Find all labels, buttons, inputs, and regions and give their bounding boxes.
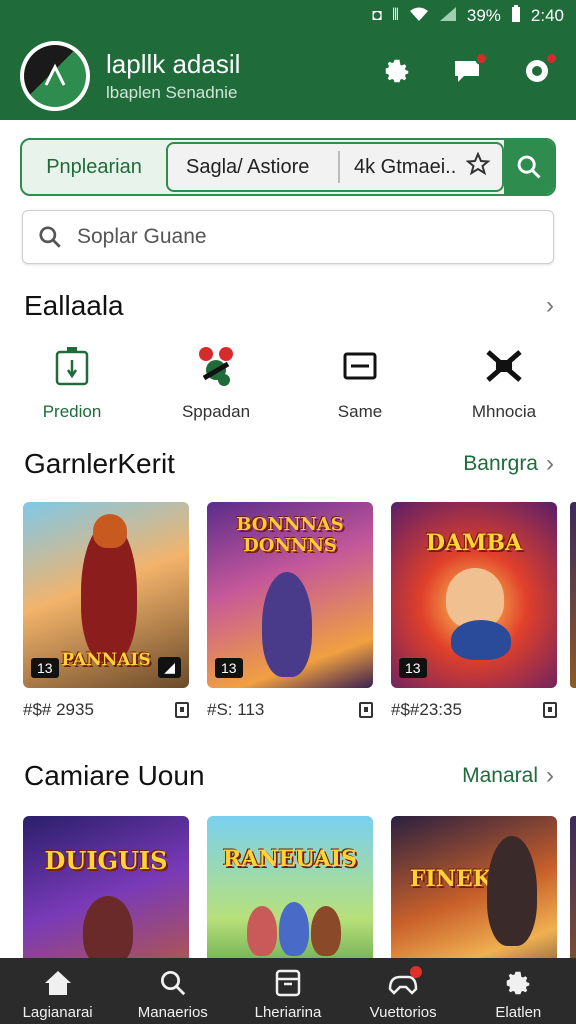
see-all-label: Manaral bbox=[462, 764, 538, 787]
chevron-right-icon: › bbox=[546, 762, 554, 789]
section-header-categories: Eallaala › bbox=[24, 290, 554, 322]
chevron-right-icon: › bbox=[546, 450, 554, 477]
filter-search-button[interactable] bbox=[504, 140, 554, 194]
game-art-title: BONNNAS DONNNS bbox=[236, 514, 344, 556]
app-logo bbox=[20, 41, 90, 111]
nav-label: Manaerios bbox=[137, 1004, 208, 1021]
tokens-icon bbox=[151, 344, 281, 388]
save-icon[interactable] bbox=[359, 702, 373, 718]
library-icon bbox=[233, 968, 343, 998]
category-label: Mhnocia bbox=[471, 402, 537, 421]
gear-icon bbox=[463, 968, 573, 998]
nav-item-home[interactable]: Lagianarai bbox=[3, 968, 113, 1021]
search-input[interactable] bbox=[77, 225, 497, 249]
messages-icon[interactable] bbox=[450, 52, 488, 88]
clock: 2:40 bbox=[530, 6, 564, 25]
section-title: GarnlerKerit bbox=[24, 448, 175, 479]
search-icon bbox=[118, 968, 228, 998]
nav-item-search[interactable]: Manaerios bbox=[118, 968, 228, 1021]
nav-item-games[interactable]: Vuettorios bbox=[348, 966, 458, 1021]
game-meta: #$#23:35 bbox=[391, 700, 462, 719]
app-header: lapllk adasil lbaplen Senadnie bbox=[0, 32, 576, 120]
gamepad-icon bbox=[348, 966, 458, 998]
battery-text: 39% bbox=[466, 6, 501, 25]
category-list: Predion Sppadan Same Mhnocia bbox=[0, 344, 576, 422]
filter-segment-b[interactable]: 4k Gtmaei.. bbox=[340, 151, 502, 182]
game-card[interactable]: BONNNAS DONNNS 13 #S: 113 bbox=[207, 502, 373, 720]
search-icon bbox=[517, 155, 541, 179]
filter-segments: Sagla/ Astiore 4k Gtmaei.. bbox=[166, 142, 504, 192]
category-item[interactable]: Predion bbox=[7, 344, 137, 422]
search-box bbox=[22, 210, 554, 264]
category-label: Same bbox=[337, 402, 383, 421]
category-label: Sppadan bbox=[181, 402, 251, 421]
search-icon bbox=[39, 226, 61, 248]
section-title: Eallaala bbox=[24, 290, 124, 321]
nav-label: Lheriarina bbox=[254, 1004, 322, 1021]
nav-item-library[interactable]: Lheriarina bbox=[233, 968, 343, 1021]
filter-segment-b-label: 4k Gtmaei.. bbox=[354, 155, 457, 178]
game-thumbnail: PANNAIS 13 ◢ bbox=[23, 502, 189, 688]
category-item[interactable]: Same bbox=[295, 344, 425, 422]
game-meta: #S: 113 bbox=[207, 700, 265, 719]
battery-icon bbox=[511, 4, 521, 28]
see-all-link[interactable]: Banrgra › bbox=[463, 450, 554, 478]
filter-bar: Pnplearian Sagla/ Astiore 4k Gtmaei.. bbox=[20, 138, 556, 196]
age-badge: 13 bbox=[215, 658, 243, 678]
nav-item-settings[interactable]: Elatlen bbox=[463, 968, 573, 1021]
game-thumbnail: DAMBA 13 bbox=[391, 502, 557, 688]
chevron-right-icon[interactable]: › bbox=[546, 292, 554, 320]
category-item[interactable]: Mhnocia bbox=[439, 344, 569, 422]
record-icon[interactable] bbox=[520, 52, 558, 88]
app-subtitle: lbaplen Senadnie bbox=[106, 83, 238, 102]
filter-label[interactable]: Pnplearian bbox=[22, 156, 166, 179]
game-row: PANNAIS 13 ◢ #$# 2935 BONNNAS DONNNS 13 … bbox=[23, 502, 557, 720]
game-card[interactable]: DAMBA 13 #$#23:35 bbox=[391, 502, 557, 720]
status-bar: ◘ ⦀ 39% 2:40 bbox=[0, 0, 576, 32]
nfc-icon: ◘ bbox=[372, 7, 382, 24]
nav-label: Elatlen bbox=[495, 1004, 542, 1021]
card-icon bbox=[295, 344, 425, 388]
age-badge: 13 bbox=[31, 658, 59, 678]
wifi-icon bbox=[409, 6, 429, 27]
filter-segment-a[interactable]: Sagla/ Astiore bbox=[168, 151, 340, 183]
game-meta: #$# 2935 bbox=[23, 700, 94, 719]
signal-icon bbox=[439, 6, 457, 27]
section-header-more: Camiare Uoun Manaral › bbox=[24, 760, 554, 792]
game-art-title: DAMBA bbox=[425, 530, 523, 556]
game-card[interactable]: PANNAIS 13 ◢ #$# 2935 bbox=[23, 502, 189, 720]
star-icon[interactable] bbox=[465, 151, 491, 182]
see-all-link[interactable]: Manaral › bbox=[462, 762, 554, 790]
game-thumbnail: BONNNAS DONNNS 13 bbox=[207, 502, 373, 688]
settings-icon[interactable] bbox=[380, 54, 414, 88]
swords-icon bbox=[439, 344, 569, 388]
controller-icon bbox=[7, 344, 137, 388]
app-title: lapllk adasil bbox=[106, 49, 241, 79]
notification-dot bbox=[475, 52, 488, 65]
save-icon[interactable] bbox=[175, 702, 189, 718]
section-title: Camiare Uoun bbox=[24, 760, 205, 791]
vibrate-icon: ⦀ bbox=[391, 7, 399, 24]
notification-dot bbox=[410, 966, 423, 978]
game-art-title: RANEUAIS bbox=[223, 846, 357, 872]
nav-label: Lagianarai bbox=[22, 1004, 93, 1021]
category-item[interactable]: Sppadan bbox=[151, 344, 281, 422]
category-label: Predion bbox=[42, 402, 102, 421]
save-icon[interactable] bbox=[543, 702, 557, 718]
see-all-label: Banrgra bbox=[463, 452, 538, 475]
pin-icon: ◢ bbox=[158, 657, 181, 678]
game-art-title: DUIGUIS bbox=[44, 846, 168, 875]
bottom-nav: Lagianarai Manaerios Lheriarina Vuettori… bbox=[0, 958, 576, 1024]
notification-dot bbox=[545, 52, 558, 65]
section-header-games: GarnlerKerit Banrgra › bbox=[24, 448, 554, 480]
game-card-peek[interactable] bbox=[570, 502, 576, 688]
nav-label: Vuettorios bbox=[369, 1004, 437, 1021]
home-icon bbox=[3, 968, 113, 998]
age-badge: 13 bbox=[399, 658, 427, 678]
